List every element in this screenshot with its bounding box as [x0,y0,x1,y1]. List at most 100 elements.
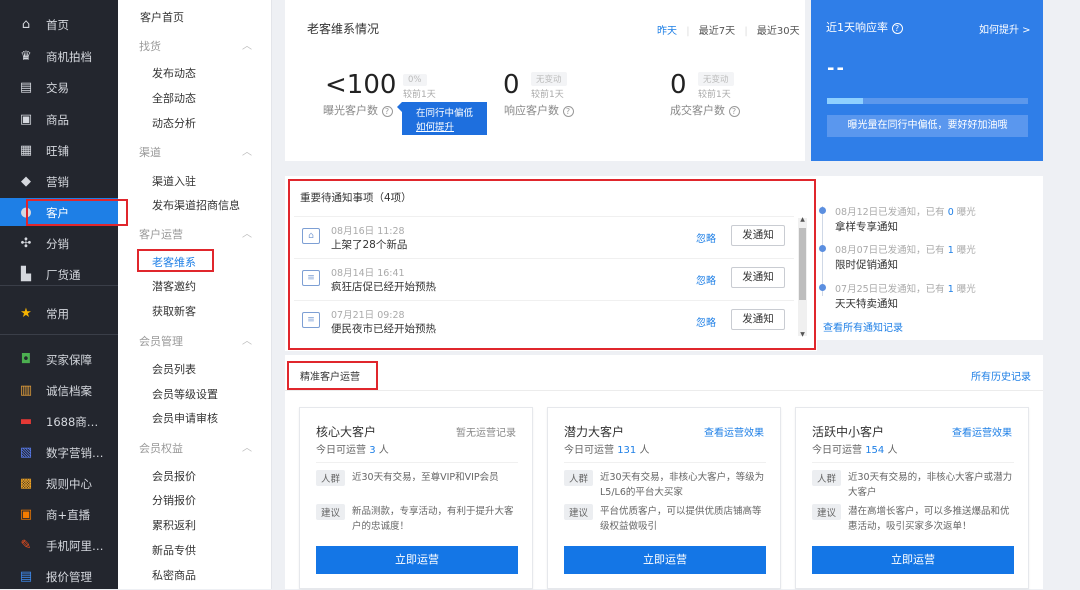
nav-item-label: 商+直播 [46,508,91,522]
history-meta-prefix: 07月25日已发通知，已有 [835,284,948,295]
advice-desc: 新品测款，专享活动，有利于提升大客户的忠诚度！ [352,506,514,532]
nav-item-12[interactable]: ▬ 1688商… [0,407,118,435]
nav-item-4[interactable]: ▦ 旺铺 [0,136,118,164]
today-count: 131 [617,445,637,456]
history-meta-suffix: 曝光 [953,284,976,295]
nav-item-13[interactable]: ▧ 数字营销… [0,438,118,466]
segment-link[interactable]: 查看运营效果 [704,424,764,439]
crowd-tag: 人群 [316,470,346,486]
subnav-item[interactable]: 会员列表 [152,361,196,377]
subnav-item[interactable]: 会员报价 [152,468,196,484]
home-icon: ⌂ [21,16,31,32]
history-title[interactable]: 拿样专享通知 [835,219,898,234]
nav-item-8[interactable]: ▙ 厂货通 [0,260,118,288]
segment-title: 活跃中小客户 [812,425,885,439]
help-icon[interactable]: ? [381,106,393,117]
operate-now-button[interactable]: 立即运营 [812,546,1014,574]
metric-value: 0 [503,70,520,100]
nav-item-1[interactable]: ♛ 商机拍档 [0,42,118,70]
nav-item-label: 手机阿里… [46,539,104,553]
nav-item-label: 首页 [46,18,69,32]
nav-item-7[interactable]: ✣ 分销 [0,229,118,257]
subnav-item[interactable]: 渠道入驻 [152,173,196,189]
nav-item-label: 商品 [46,113,69,127]
subnav-group-title[interactable]: 找货 [139,38,161,54]
tab-yesterday[interactable]: 昨天 [657,26,677,37]
subnav-item[interactable]: 获取新客 [152,303,196,319]
highlight-frame-old-customer [137,249,214,272]
history-title[interactable]: 限时促销通知 [835,257,898,272]
response-rate-card: 近1天响应率 ? 如何提升 > -- 曝光量在同行中偏低，要好好加油哦 [811,0,1043,161]
help-icon[interactable]: ? [891,23,903,34]
subnav-item[interactable]: 潜客邀约 [152,278,196,294]
nav-item-2[interactable]: ▤ 交易 [0,73,118,101]
segment-link[interactable]: 暂无运营记录 [456,424,516,439]
customer-segment-card: 核心大客户 暂无运营记录 今日可运营 3 人人群 近30天有交易，至尊VIP和VIP会… [299,407,533,589]
subnav-top-item[interactable]: 客户首页 [140,9,184,25]
operate-now-button[interactable]: 立即运营 [564,546,766,574]
nav-item-3[interactable]: ▣ 商品 [0,105,118,133]
nav-item-17[interactable]: ▤ 报价管理 [0,562,118,590]
collapse-chevron-icon[interactable]: ︿ [242,143,252,158]
subnav-item[interactable]: 会员申请审核 [152,410,218,426]
nav-item-10[interactable]: ◘ 买家保障 [0,345,118,373]
advice-tag: 建议 [316,504,346,520]
all-history-link[interactable]: 所有历史记录 [971,368,1031,383]
all-notice-records-link[interactable]: 查看所有通知记录 [823,319,903,334]
subnav-group-title[interactable]: 会员管理 [139,333,183,349]
collapse-chevron-icon[interactable]: ︿ [242,37,252,52]
nav-item-9[interactable]: ★ 常用 [0,299,118,327]
history-title[interactable]: 天天特卖通知 [835,296,898,311]
nav-item-15[interactable]: ▣ 商+直播 [0,500,118,528]
nav-item-label: 1688商… [46,415,99,429]
today-count: 154 [865,445,885,456]
nav-item-label: 买家保障 [46,353,92,367]
segment-today: 今日可运营 3 人 [316,441,389,456]
crowd-desc: 近30天有交易，非核心大客户，等级为L5/L6的平台大买家 [600,472,765,498]
collapse-chevron-icon[interactable]: ︿ [242,439,252,454]
segment-link[interactable]: 查看运营效果 [952,424,1012,439]
tag-icon: ◆ [21,173,31,189]
nav-item-label: 报价管理 [46,570,92,584]
timeline-dot [819,207,826,214]
tab-last-7-days[interactable]: 最近7天 [699,26,735,37]
how-to-improve-link[interactable]: 如何提升 [416,119,487,133]
improve-link[interactable]: 如何提升 > [979,21,1031,36]
metric-compare: 较前1天 [531,90,564,100]
timeline-dot [819,245,826,252]
document-icon: ▤ [19,79,33,95]
subnav-item[interactable]: 新品专供 [152,542,196,558]
help-icon[interactable]: ? [562,106,574,117]
history-item: 07月25日已发通知，已有 1 曝光 天天特卖通知 [817,281,1037,315]
highlight-frame-customer [26,199,128,226]
tab-last-30-days[interactable]: 最近30天 [757,26,800,37]
help-icon[interactable]: ? [728,106,740,117]
subnav-item[interactable]: 动态分析 [152,115,196,131]
crowd-tag: 人群 [564,470,594,486]
subnav-group-title[interactable]: 会员权益 [139,440,183,456]
subnav-item[interactable]: 分销报价 [152,492,196,508]
nav-divider [0,334,118,335]
subnav-item[interactable]: 发布动态 [152,65,196,81]
nav-item-11[interactable]: ▥ 诚信档案 [0,376,118,404]
subnav-item[interactable]: 会员等级设置 [152,386,218,402]
collapse-chevron-icon[interactable]: ︿ [242,225,252,240]
subnav-group-title[interactable]: 客户运营 [139,226,183,242]
nav-item-14[interactable]: ▩ 规则中心 [0,469,118,497]
subnav-item[interactable]: 全部动态 [152,90,196,106]
exposure-hint-banner[interactable]: 曝光量在同行中偏低，要好好加油哦 [827,115,1028,137]
nav-item-0[interactable]: ⌂ 首页 [0,10,118,38]
nav-item-label: 商机拍档 [46,50,92,64]
subnav-group-title[interactable]: 渠道 [139,144,161,160]
collapse-chevron-icon[interactable]: ︿ [242,332,252,347]
history-item: 08月07日已发通知，已有 1 曝光 限时促销通知 [817,242,1037,276]
nav-item-label: 数字营销… [46,446,104,460]
nav-item-16[interactable]: ✎ 手机阿里… [0,531,118,559]
nav-item-label: 诚信档案 [46,384,92,398]
subnav-item[interactable]: 累积返利 [152,517,196,533]
metric-exposure: <100 [325,70,396,100]
nav-item-5[interactable]: ◆ 营销 [0,167,118,195]
operate-now-button[interactable]: 立即运营 [316,546,518,574]
subnav-item[interactable]: 私密商品 [152,567,196,583]
subnav-item[interactable]: 发布渠道招商信息 [152,197,240,213]
